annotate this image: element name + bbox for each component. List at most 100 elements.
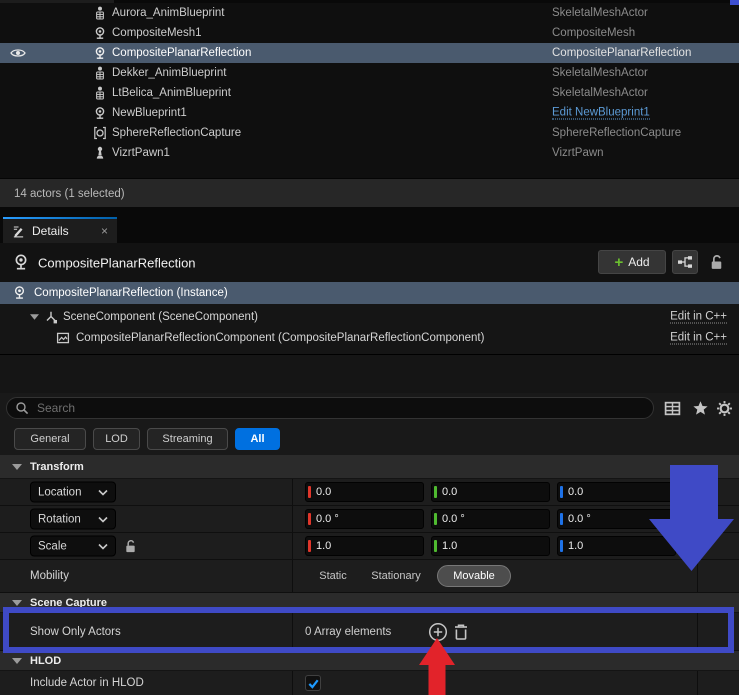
- section-header-scene-capture[interactable]: Scene Capture: [0, 593, 739, 613]
- mobility-movable-option[interactable]: Movable: [437, 565, 511, 587]
- actor-count-status: 14 actors (1 selected): [14, 188, 125, 200]
- rotation-y-input[interactable]: 0.0 °: [431, 509, 550, 529]
- rotation-z-value: 0.0 °: [568, 513, 591, 525]
- outliner-row-spherereflectioncapture[interactable]: SphereReflectionCapture SphereReflection…: [0, 123, 739, 143]
- plus-icon: +: [614, 255, 623, 270]
- sphere-capture-icon: [93, 126, 107, 140]
- location-x-input[interactable]: 0.0: [305, 482, 424, 502]
- divider: [697, 479, 698, 505]
- scale-z-input[interactable]: 1.0: [557, 536, 676, 556]
- divider: [697, 671, 698, 695]
- check-icon: [307, 677, 320, 690]
- actor-type: CompositePlanarReflection: [552, 47, 691, 59]
- display-options-icon[interactable]: [664, 400, 681, 417]
- mobility-static-option[interactable]: Static: [309, 565, 357, 587]
- show-only-actors-row: Show Only Actors 0 Array elements: [0, 613, 739, 651]
- transform-header-label: Transform: [30, 461, 84, 473]
- scale-lock-open-icon[interactable]: [124, 539, 137, 554]
- actor-type: SkeletalMeshActor: [552, 7, 648, 19]
- component-row-instance-selected[interactable]: CompositePlanarReflection (Instance): [0, 282, 739, 304]
- component-row-scenecomponent[interactable]: SceneComponent (SceneComponent) Edit in …: [0, 306, 739, 327]
- scale-x-input[interactable]: 1.0: [305, 536, 424, 556]
- axis-y-bar: [434, 486, 437, 498]
- skeletal-mesh-icon: [93, 66, 107, 80]
- outliner-status-bar: 14 actors (1 selected): [0, 178, 739, 208]
- axis-z-bar: [560, 486, 563, 498]
- section-header-hlod[interactable]: HLOD: [0, 651, 739, 671]
- edit-blueprint-link[interactable]: Edit NewBlueprint1: [552, 107, 650, 120]
- mobility-row: Mobility Static Stationary Movable: [0, 560, 739, 593]
- divider: [292, 613, 293, 650]
- camera-actor-icon: [12, 253, 30, 271]
- divider: [292, 506, 293, 532]
- trash-icon[interactable]: [453, 623, 469, 641]
- lock-open-icon[interactable]: [709, 254, 724, 271]
- divider: [292, 671, 293, 695]
- include-in-hlod-checkbox[interactable]: [305, 675, 321, 691]
- browse-blueprint-button[interactable]: [672, 250, 698, 274]
- chevron-down-icon: [12, 658, 22, 664]
- gear-icon[interactable]: [716, 400, 733, 417]
- chevron-down-icon[interactable]: [30, 314, 39, 320]
- component-row-cprcomponent[interactable]: CompositePlanarReflectionComponent (Comp…: [0, 327, 739, 348]
- location-label: Location: [38, 486, 81, 498]
- favorites-star-icon[interactable]: [692, 400, 709, 417]
- filter-lod-button[interactable]: LOD: [93, 428, 140, 450]
- actor-type: SkeletalMeshActor: [552, 87, 648, 99]
- actor-name: CompositeMesh1: [112, 27, 201, 39]
- divider: [292, 533, 293, 559]
- section-header-transform[interactable]: Transform: [0, 455, 739, 479]
- filter-all-button[interactable]: All: [235, 428, 280, 450]
- outliner-row-compositeplanarreflection-selected[interactable]: CompositePlanarReflection CompositePlana…: [0, 43, 739, 63]
- outliner-row-ltbelica[interactable]: LtBelica_AnimBlueprint SkeletalMeshActor: [0, 83, 739, 103]
- divider: [292, 560, 293, 592]
- rotation-x-input[interactable]: 0.0 °: [305, 509, 424, 529]
- actor-name: NewBlueprint1: [112, 107, 187, 119]
- add-component-button[interactable]: + Add: [598, 250, 666, 274]
- outliner-row-vizrtpawn1[interactable]: VizrtPawn1 VizrtPawn: [0, 143, 739, 163]
- rotation-y-value: 0.0 °: [442, 513, 465, 525]
- divider: [697, 560, 698, 592]
- divider: [697, 533, 698, 559]
- mobility-stationary-option[interactable]: Stationary: [359, 565, 433, 587]
- rotation-dropdown[interactable]: Rotation: [30, 509, 116, 530]
- location-dropdown[interactable]: Location: [30, 482, 116, 503]
- edit-in-cpp-link[interactable]: Edit in C++: [670, 331, 727, 344]
- divider: [0, 354, 739, 355]
- divider: [292, 479, 293, 505]
- outliner-row-compositemesh1[interactable]: CompositeMesh1 CompositeMesh: [0, 23, 739, 43]
- rotation-z-input[interactable]: 0.0 °: [557, 509, 676, 529]
- scale-dropdown[interactable]: Scale: [30, 536, 116, 557]
- outliner-row-dekker[interactable]: Dekker_AnimBlueprint SkeletalMeshActor: [0, 63, 739, 83]
- hlod-header-label: HLOD: [30, 655, 61, 667]
- scale-y-input[interactable]: 1.0: [431, 536, 550, 556]
- visibility-eye-icon[interactable]: [10, 47, 26, 59]
- instance-row-label: CompositePlanarReflection (Instance): [34, 287, 228, 299]
- rotation-label: Rotation: [38, 513, 81, 525]
- camera-actor-icon: [93, 106, 107, 120]
- search-box[interactable]: [6, 397, 654, 419]
- actor-type: SphereReflectionCapture: [552, 127, 681, 139]
- outliner-row-newblueprint1[interactable]: NewBlueprint1 Edit NewBlueprint1: [0, 103, 739, 123]
- filter-general-button[interactable]: General: [14, 428, 86, 450]
- component-tree: CompositePlanarReflection (Instance) Sce…: [0, 282, 739, 393]
- chevron-down-icon: [12, 600, 22, 606]
- chevron-down-icon: [98, 516, 108, 522]
- actor-type: CompositeMesh: [552, 27, 635, 39]
- add-button-label: Add: [628, 255, 649, 269]
- location-y-input[interactable]: 0.0: [431, 482, 550, 502]
- scale-row: Scale 1.0 1.0 1.0: [0, 533, 739, 560]
- outliner-row-aurora[interactable]: Aurora_AnimBlueprint SkeletalMeshActor: [0, 3, 739, 23]
- include-actor-in-hlod-label: Include Actor in HLOD: [30, 677, 144, 689]
- tab-details[interactable]: Details ×: [3, 217, 117, 243]
- close-icon[interactable]: ×: [101, 224, 108, 238]
- location-z-input[interactable]: 0.0: [557, 482, 676, 502]
- edit-in-cpp-link[interactable]: Edit in C++: [670, 310, 727, 323]
- camera-actor-icon: [12, 285, 27, 300]
- add-array-element-icon[interactable]: [428, 622, 448, 642]
- search-input[interactable]: [35, 400, 645, 416]
- cpr-component-label: CompositePlanarReflectionComponent (Comp…: [76, 332, 484, 344]
- camera-actor-icon: [93, 26, 107, 40]
- skeletal-mesh-icon: [93, 86, 107, 100]
- filter-streaming-button[interactable]: Streaming: [147, 428, 228, 450]
